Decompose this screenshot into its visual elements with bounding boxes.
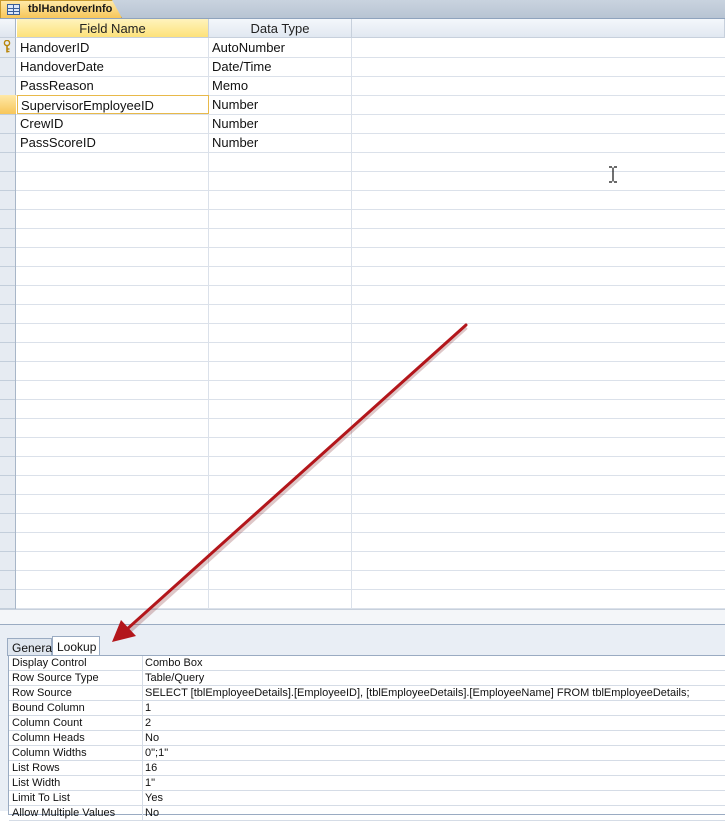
property-name: Column Widths: [9, 746, 143, 761]
field-row[interactable]: PassReason Memo: [17, 76, 725, 95]
property-row[interactable]: Column Widths 0";1": [9, 746, 725, 761]
tab-general[interactable]: General: [7, 638, 55, 656]
field-name-cell[interactable]: HandoverID: [17, 38, 209, 57]
property-name: Column Heads: [9, 731, 143, 746]
row-selector-current[interactable]: [0, 95, 16, 114]
field-name-cell[interactable]: HandoverDate: [17, 57, 209, 76]
property-value[interactable]: 2: [144, 716, 725, 731]
document-tab[interactable]: tblHandoverInfo: [0, 0, 122, 18]
property-name: Allow Multiple Values: [9, 806, 143, 821]
property-name: List Rows: [9, 761, 143, 776]
field-row[interactable]: CrewID Number: [17, 114, 725, 133]
select-all-corner[interactable]: [0, 19, 16, 38]
field-properties-pane: General Lookup Display Control Combo Box…: [0, 624, 725, 821]
property-row[interactable]: List Width 1": [9, 776, 725, 791]
property-row[interactable]: Row Source SELECT [tblEmployeeDetails].[…: [9, 686, 725, 701]
property-value[interactable]: 1": [144, 776, 725, 791]
property-row[interactable]: List Rows 16: [9, 761, 725, 776]
data-type-cell[interactable]: Number: [209, 133, 352, 152]
field-name-cell[interactable]: CrewID: [17, 114, 209, 133]
grid-bottom-edge: [0, 609, 725, 625]
property-value[interactable]: No: [144, 806, 725, 821]
property-value[interactable]: SELECT [tblEmployeeDetails].[EmployeeID]…: [144, 686, 725, 701]
data-type-header[interactable]: Data Type: [209, 19, 352, 38]
field-row[interactable]: HandoverDate Date/Time: [17, 57, 725, 76]
data-type-cell[interactable]: AutoNumber: [209, 38, 352, 57]
property-value[interactable]: Yes: [144, 791, 725, 806]
data-type-cell[interactable]: Number: [209, 95, 352, 114]
property-name: Display Control: [9, 656, 143, 671]
primary-key-icon: [3, 40, 11, 53]
property-value[interactable]: Table/Query: [144, 671, 725, 686]
property-row[interactable]: Column Heads No: [9, 731, 725, 746]
property-name: Row Source Type: [9, 671, 143, 686]
property-name: Limit To List: [9, 791, 143, 806]
field-row[interactable]: HandoverID AutoNumber: [17, 38, 725, 57]
text-cursor-icon: [609, 166, 617, 183]
document-tab-label: tblHandoverInfo: [28, 3, 113, 15]
data-type-cell[interactable]: Number: [209, 114, 352, 133]
property-row[interactable]: Display Control Combo Box: [9, 656, 725, 671]
property-value[interactable]: Combo Box: [144, 656, 725, 671]
property-value[interactable]: 1: [144, 701, 725, 716]
table-design-grid[interactable]: Field Name Data Type HandoverID AutoNumb…: [0, 19, 725, 609]
property-name: List Width: [9, 776, 143, 791]
field-row[interactable]: PassScoreID Number: [17, 133, 725, 152]
description-header[interactable]: [352, 19, 725, 38]
property-name: Bound Column: [9, 701, 143, 716]
property-row[interactable]: Allow Multiple Values No: [9, 806, 725, 821]
tab-lookup[interactable]: Lookup: [52, 636, 100, 656]
field-name-cell[interactable]: PassReason: [17, 76, 209, 95]
field-name-header[interactable]: Field Name: [17, 19, 209, 38]
property-row[interactable]: Column Count 2: [9, 716, 725, 731]
property-row[interactable]: Row Source Type Table/Query: [9, 671, 725, 686]
property-name: Row Source: [9, 686, 143, 701]
property-value[interactable]: 16: [144, 761, 725, 776]
field-row-selected[interactable]: SupervisorEmployeeID Number: [17, 95, 725, 114]
table-icon: [7, 4, 20, 15]
property-name: Column Count: [9, 716, 143, 731]
data-type-cell[interactable]: Memo: [209, 76, 352, 95]
field-name-cell[interactable]: SupervisorEmployeeID: [17, 95, 209, 114]
lookup-properties-table: Display Control Combo Box Row Source Typ…: [8, 655, 725, 821]
document-tab-strip: tblHandoverInfo: [0, 0, 725, 19]
property-value[interactable]: 0";1": [144, 746, 725, 761]
row-selector[interactable]: [0, 38, 16, 57]
data-type-cell[interactable]: Date/Time: [209, 57, 352, 76]
property-row[interactable]: Limit To List Yes: [9, 791, 725, 806]
property-value[interactable]: No: [144, 731, 725, 746]
field-name-cell[interactable]: PassScoreID: [17, 133, 209, 152]
property-row[interactable]: Bound Column 1: [9, 701, 725, 716]
